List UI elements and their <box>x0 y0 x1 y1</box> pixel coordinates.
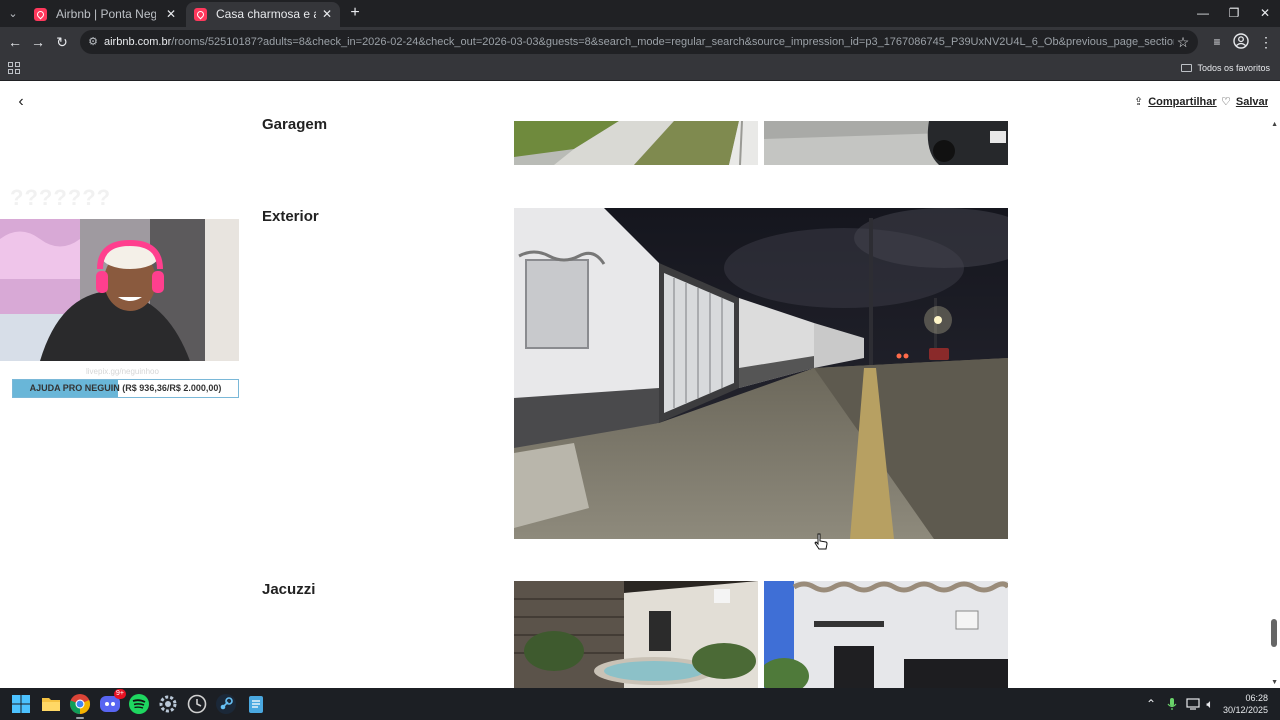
scroll-up-arrow-icon[interactable]: ▲ <box>1271 121 1278 128</box>
save-label: Salvar <box>1235 96 1269 108</box>
new-tab-icon[interactable]: + <box>346 4 364 22</box>
settings-gear-icon[interactable] <box>157 693 179 715</box>
discord-notification-badge: 9+ <box>114 689 126 699</box>
tab-title: Casa charmosa e aconchegante <box>216 7 316 21</box>
forward-icon[interactable]: → <box>29 33 47 51</box>
garage-photo-2[interactable] <box>764 121 1008 165</box>
media-controls-icon[interactable]: ≡ <box>1208 33 1226 51</box>
discord-icon[interactable]: 9+ <box>99 689 126 715</box>
restore-icon[interactable]: ❐ <box>1224 4 1244 22</box>
clock-date: 30/12/2025 <box>1222 705 1268 715</box>
share-button[interactable]: ⇪ Compartilhar <box>1134 93 1217 111</box>
bookmarks-bar: Todos os favoritos <box>0 57 1280 81</box>
reload-icon[interactable]: ↻ <box>53 33 71 51</box>
minimize-icon[interactable]: — <box>1193 4 1213 22</box>
chrome-menu-icon[interactable]: ⋮ <box>1257 33 1275 51</box>
back-icon[interactable]: ← <box>6 33 24 51</box>
section-title-jacuzzi: Jacuzzi <box>262 581 316 598</box>
spotify-icon[interactable] <box>128 693 150 715</box>
chrome-icon[interactable] <box>69 693 91 719</box>
bookmark-star-icon[interactable]: ☆ <box>1174 33 1192 51</box>
folder-icon <box>1181 64 1193 72</box>
webcam-overlay <box>0 219 239 361</box>
file-explorer-icon[interactable] <box>40 693 62 715</box>
clock-time: 06:28 <box>1245 693 1268 703</box>
address-bar[interactable]: ⚙ airbnb.com.br/rooms/52510187?adults=8&… <box>80 30 1198 54</box>
airbnb-favicon-icon <box>34 8 47 21</box>
tab-close-icon[interactable]: ✕ <box>322 2 332 26</box>
back-arrow-icon[interactable]: ‹ <box>12 93 30 111</box>
jacuzzi-photo-1[interactable] <box>514 581 758 688</box>
clock-app-icon[interactable] <box>186 693 208 715</box>
windows-taskbar: 9+ ⌃ 🔈︎ 06:28 30/12/2025 <box>0 688 1280 720</box>
tab-title: Airbnb | Ponta Negra Beach — <box>56 7 156 21</box>
microphone-icon[interactable] <box>1164 696 1180 712</box>
share-icon: ⇪ <box>1134 96 1144 108</box>
page-scrollbar[interactable]: ▲ ▼ <box>1268 81 1280 688</box>
section-title-garage: Garagem <box>262 116 328 133</box>
volume-icon[interactable]: 🔈︎ <box>1202 696 1218 712</box>
apps-grid-icon[interactable] <box>8 62 20 74</box>
tab-close-icon[interactable]: ✕ <box>166 2 176 26</box>
airbnb-photo-tour-page: ‹ ⇪ Compartilhar ♡ Salvar Garagem Exterior <box>0 81 1280 688</box>
jacuzzi-photo-2[interactable] <box>764 581 1008 688</box>
heart-icon: ♡ <box>1221 96 1231 108</box>
share-label: Compartilhar <box>1148 96 1217 108</box>
steam-icon[interactable] <box>215 693 237 715</box>
garage-photo-1[interactable] <box>514 121 758 165</box>
windows-start-icon[interactable] <box>10 693 32 715</box>
tab-search-icon[interactable]: ⌄ <box>4 5 22 23</box>
browser-toolbar: ← → ↻ ⚙ airbnb.com.br/rooms/52510187?adu… <box>0 27 1280 57</box>
network-icon[interactable] <box>1185 696 1201 712</box>
airbnb-favicon-icon <box>194 8 207 21</box>
notepad-icon[interactable] <box>245 693 267 715</box>
all-bookmarks[interactable]: Todos os favoritos <box>1181 57 1270 81</box>
hand-cursor-icon <box>814 533 828 551</box>
profile-icon[interactable] <box>1232 33 1250 51</box>
url-path: /rooms/52510187?adults=8&check_in=2026-0… <box>171 36 1174 48</box>
tab-casa-charmosa[interactable]: Casa charmosa e aconchegante ✕ <box>186 2 340 27</box>
browser-tab-strip: ⌄ Airbnb | Ponta Negra Beach — ✕ Casa ch… <box>0 0 1280 27</box>
site-info-icon[interactable]: ⚙ <box>86 35 100 49</box>
all-bookmarks-label: Todos os favoritos <box>1197 63 1270 73</box>
system-clock[interactable]: 06:28 30/12/2025 <box>1223 692 1268 716</box>
show-hidden-icons-chevron-icon[interactable]: ⌃ <box>1143 696 1159 712</box>
scroll-down-arrow-icon[interactable]: ▼ <box>1271 679 1278 686</box>
donation-link: livepix.gg/neguinhoo <box>86 367 159 376</box>
stream-watermark: ??????? <box>10 185 112 210</box>
scrollbar-thumb[interactable] <box>1271 619 1277 647</box>
donation-goal-bar: AJUDA PRO NEGUIN (R$ 936,36/R$ 2.000,00) <box>12 379 239 398</box>
save-button[interactable]: ♡ Salvar <box>1221 93 1269 111</box>
donation-goal-text: AJUDA PRO NEGUIN (R$ 936,36/R$ 2.000,00) <box>29 383 222 393</box>
close-window-icon[interactable]: ✕ <box>1255 4 1275 22</box>
exterior-photo[interactable] <box>514 208 1008 539</box>
url-text[interactable]: airbnb.com.br/rooms/52510187?adults=8&ch… <box>104 30 1174 54</box>
section-title-exterior: Exterior <box>262 208 319 225</box>
url-host: airbnb.com.br <box>104 36 172 48</box>
tab-airbnb-ponta-negra[interactable]: Airbnb | Ponta Negra Beach — ✕ <box>26 2 184 27</box>
